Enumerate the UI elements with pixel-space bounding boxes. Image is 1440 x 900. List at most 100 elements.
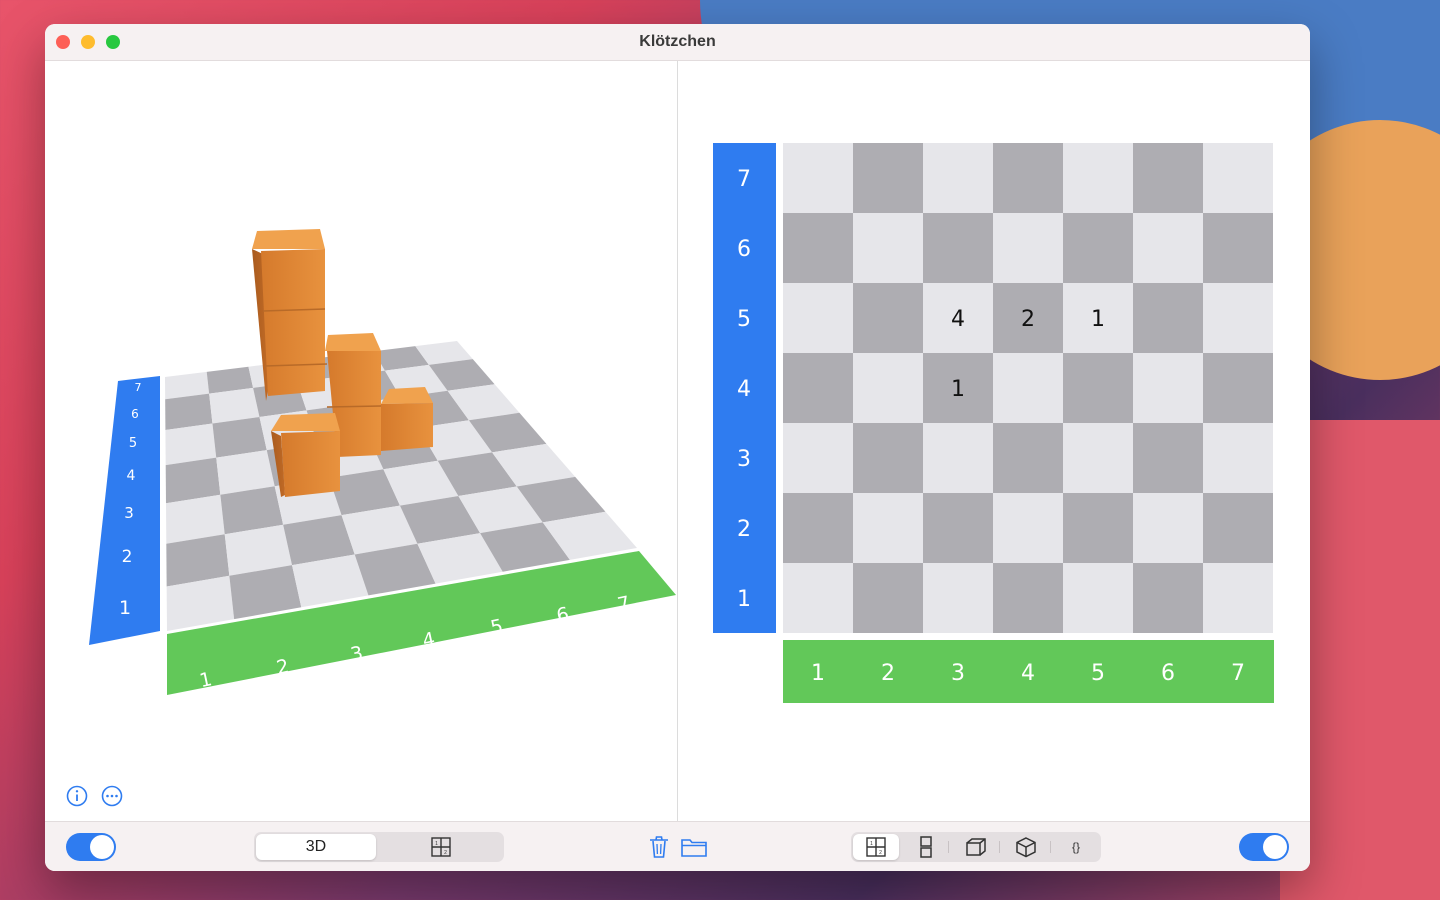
mode-grid-option[interactable]: 1 2 — [380, 834, 502, 860]
grid-cell[interactable] — [853, 143, 923, 213]
grid-cell[interactable] — [783, 213, 853, 283]
row-label-3d: 4 — [127, 468, 136, 484]
grid-cell[interactable] — [853, 283, 923, 353]
code-view-option[interactable]: {} — [1053, 834, 1099, 860]
block-front — [261, 249, 325, 396]
grid-cell[interactable] — [853, 213, 923, 283]
grid-cell[interactable] — [1063, 563, 1133, 633]
col-label: 6 — [1161, 661, 1175, 686]
grid-cell[interactable] — [993, 423, 1063, 493]
grid-cell[interactable] — [1133, 213, 1203, 283]
title-bar: Klötzchen — [45, 24, 1310, 61]
grid-cell[interactable] — [783, 563, 853, 633]
grid-cell[interactable] — [1133, 493, 1203, 563]
grid-cell[interactable] — [923, 493, 993, 563]
svg-text:1: 1 — [435, 841, 438, 847]
row-label-3d: 1 — [119, 597, 131, 619]
col-label: 5 — [1091, 661, 1105, 686]
grid-cell[interactable] — [783, 283, 853, 353]
grid-cell[interactable] — [923, 423, 993, 493]
col-label: 4 — [1021, 661, 1035, 686]
grid-cell[interactable] — [1133, 283, 1203, 353]
front-view-icon — [920, 836, 932, 858]
svg-text:2: 2 — [444, 850, 447, 856]
grid-view-icon: 1 2 — [431, 837, 451, 857]
grid-cell[interactable] — [1133, 353, 1203, 423]
grid-cell[interactable] — [1133, 143, 1203, 213]
grid-cell[interactable] — [1133, 423, 1203, 493]
grid-cell[interactable] — [923, 563, 993, 633]
grid-cell[interactable] — [1203, 283, 1273, 353]
col-label: 7 — [1231, 661, 1245, 686]
mode-3d-option[interactable]: 3D — [256, 834, 376, 860]
grid-cell[interactable] — [1203, 353, 1273, 423]
block-top — [271, 413, 340, 431]
scene-3d-canvas[interactable]: 7654321 12345 6 7 — [45, 61, 677, 821]
row-label: 4 — [737, 377, 751, 402]
grid-cell[interactable] — [783, 143, 853, 213]
view-mode-segment[interactable]: 3D 1 2 — [254, 832, 504, 862]
more-icon[interactable] — [101, 785, 123, 807]
grid-cell[interactable] — [1063, 493, 1133, 563]
top-view-option[interactable]: 1 2 — [853, 834, 899, 860]
grid-cell[interactable] — [1063, 213, 1133, 283]
grid-cell[interactable] — [853, 353, 923, 423]
grid-cell[interactable] — [993, 563, 1063, 633]
grid-cell[interactable] — [1133, 563, 1203, 633]
svg-text:1: 1 — [870, 841, 873, 847]
grid-cell[interactable] — [853, 423, 923, 493]
grid-cell[interactable] — [1203, 143, 1273, 213]
code-braces-icon: {} — [1071, 840, 1080, 854]
folder-icon[interactable] — [680, 834, 708, 860]
grid-cell[interactable] — [853, 563, 923, 633]
front-view-option[interactable] — [903, 834, 949, 860]
grid-cell[interactable] — [783, 423, 853, 493]
grid-cell[interactable] — [1203, 423, 1273, 493]
height-value: 1 — [951, 377, 965, 402]
grid-cell[interactable] — [923, 143, 993, 213]
grid-cell[interactable] — [1063, 423, 1133, 493]
info-icon[interactable] — [66, 785, 88, 807]
row-label: 3 — [737, 447, 751, 472]
row-label-3d: 3 — [124, 504, 134, 522]
side-view-option[interactable] — [953, 834, 999, 860]
grid-cell[interactable] — [1203, 563, 1273, 633]
grid-cell[interactable] — [1063, 143, 1133, 213]
row-label: 6 — [737, 237, 751, 262]
grid-cell[interactable] — [1203, 213, 1273, 283]
height-value: 4 — [951, 307, 965, 332]
grid-cell[interactable] — [853, 493, 923, 563]
left-toggle[interactable] — [66, 833, 116, 861]
row-label-3d: 2 — [122, 547, 133, 567]
row-label-3d: 7 — [135, 381, 142, 394]
grid-cell[interactable] — [1063, 353, 1133, 423]
side-view-icon — [966, 838, 986, 856]
grid-cell[interactable] — [783, 493, 853, 563]
block-front — [281, 431, 340, 497]
mode-3d-label: 3D — [305, 838, 327, 855]
block-top — [252, 229, 325, 249]
trash-icon[interactable] — [645, 834, 673, 860]
grid-2d-view[interactable]: 7 6 5 4 3 2 1 1 2 3 4 5 6 7 4 2 1 1 — [678, 61, 1310, 821]
row-label-3d: 5 — [129, 436, 137, 451]
grid-cell[interactable] — [783, 353, 853, 423]
grid-2d-canvas[interactable]: 7 6 5 4 3 2 1 1 2 3 4 5 6 7 4 2 1 1 — [678, 61, 1310, 821]
bottom-toolbar: 3D 1 2 1 2 {} — [45, 821, 1310, 871]
grid-cell[interactable] — [1203, 493, 1273, 563]
col-label: 2 — [881, 661, 895, 686]
right-toggle[interactable] — [1239, 833, 1289, 861]
row-label: 7 — [737, 167, 751, 192]
grid-cell[interactable] — [923, 213, 993, 283]
grid-cell[interactable] — [993, 353, 1063, 423]
row-label: 5 — [737, 307, 751, 332]
scene-3d-view[interactable]: 7654321 1234567 — [45, 61, 677, 821]
row-label: 1 — [737, 587, 751, 612]
iso-view-option[interactable] — [1003, 834, 1049, 860]
view-direction-segment[interactable]: 1 2 {} — [851, 832, 1101, 862]
grid-cell[interactable] — [993, 213, 1063, 283]
grid-cell[interactable] — [993, 493, 1063, 563]
iso-cube-icon — [1016, 837, 1036, 858]
app-window: Klötzchen 7654321 1234567 7 6 5 4 3 2 1 … — [45, 24, 1310, 871]
grid-cell[interactable] — [993, 143, 1063, 213]
top-view-icon: 1 2 — [866, 837, 886, 857]
